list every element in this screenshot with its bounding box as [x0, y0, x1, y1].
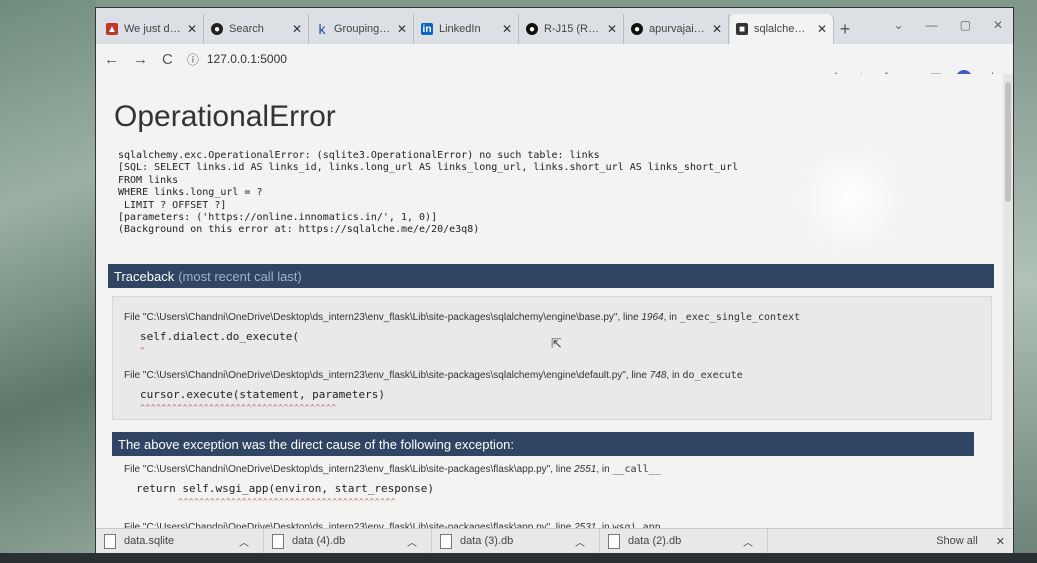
frame-file-path: File "C:\Users\Chandni\OneDrive\Desktop\…	[124, 312, 642, 323]
linkedin-icon: in	[421, 23, 433, 35]
browser-tab[interactable]: ● Search ✕	[205, 14, 309, 44]
minimize-icon[interactable]: —	[926, 18, 938, 32]
frame-separator: , in	[596, 464, 613, 475]
desk-background-left	[0, 0, 96, 563]
show-all-button[interactable]: Show all	[936, 535, 978, 547]
window-controls: ⌄ — ▢ ✕	[894, 18, 1003, 32]
page-content: OperationalError sqlalchemy.exc.Operatio…	[96, 74, 1013, 544]
file-icon	[104, 533, 116, 549]
traceback-subheading: (most recent call last)	[178, 268, 302, 284]
forward-icon[interactable]: →	[133, 51, 148, 68]
frame-carets: ^^^^^^^^^^^^^^^^^^^^^^^^^^^^^^^^^^^^^	[140, 403, 337, 412]
page-scrollbar[interactable]	[1003, 74, 1013, 544]
frame-function: __call__	[612, 464, 661, 475]
frame-line: 748	[649, 370, 667, 381]
tab-title: apurvajain4/U	[649, 23, 708, 35]
close-icon[interactable]: ✕	[996, 535, 1005, 548]
address-bar[interactable]: ⓘ 127.0.0.1:5000	[186, 48, 807, 70]
k-logo-icon: k	[318, 21, 326, 37]
app-icon: ▲	[106, 23, 118, 35]
cause-header: The above exception was the direct cause…	[112, 432, 974, 456]
maximize-icon[interactable]: ▢	[960, 18, 971, 32]
screen-glare	[796, 144, 906, 254]
frame-function: _exec_single_context	[679, 312, 801, 323]
frame-separator: , in	[666, 370, 683, 381]
chevron-up-icon[interactable]: ︿	[239, 534, 249, 549]
browser-tab-active[interactable]: ■ sqlalchemy.exc ✕	[730, 14, 834, 44]
tab-title: R-J15 (Rony Jo	[544, 23, 603, 35]
page-icon: ■	[736, 23, 748, 35]
download-name: data (3).db	[460, 535, 514, 547]
frame-line: 2551	[574, 464, 597, 475]
chevron-down-icon[interactable]: ⌄	[894, 18, 904, 32]
browser-tab[interactable]: ● apurvajain4/U ✕	[625, 14, 729, 44]
downloads-actions: Show all ✕	[936, 535, 1005, 548]
desk-background-right	[1013, 0, 1037, 563]
frame-separator: , in	[663, 312, 680, 323]
tab-title: We just don't k	[124, 23, 183, 35]
close-icon[interactable]: ✕	[817, 22, 827, 36]
download-item[interactable]: data (3).db ︿	[432, 529, 600, 553]
tab-title: LinkedIn	[439, 23, 481, 35]
close-icon[interactable]: ✕	[187, 22, 197, 36]
frame-code: return self.wsgi_app(environ, start_resp…	[136, 482, 435, 495]
traceback-header: Traceback (most recent call last)	[108, 264, 994, 288]
download-name: data (2).db	[628, 535, 682, 547]
download-name: data.sqlite	[124, 535, 175, 547]
tab-strip: ▲ We just don't k ✕ ● Search ✕ k Groupin…	[96, 8, 1013, 44]
download-item[interactable]: data (4).db ︿	[264, 529, 432, 553]
reload-icon[interactable]: C	[162, 51, 173, 68]
frame-carets: ^	[140, 346, 146, 355]
frame-location[interactable]: File "C:\Users\Chandni\OneDrive\Desktop\…	[124, 370, 743, 381]
search-globe-icon: ●	[211, 23, 223, 35]
chevron-up-icon[interactable]: ︿	[407, 534, 417, 549]
frame-code: cursor.execute(statement, parameters)	[140, 388, 386, 401]
chevron-up-icon[interactable]: ︿	[743, 534, 753, 549]
downloads-bar: data.sqlite ︿ data (4).db ︿ data (3).db …	[96, 528, 1013, 553]
download-item[interactable]: data (2).db ︿	[600, 529, 768, 553]
frame-function: do_execute	[682, 370, 743, 381]
tab-title: Grouping and	[334, 23, 393, 35]
tab-title: sqlalchemy.exc	[754, 23, 813, 35]
frame-code: self.dialect.do_execute(	[140, 330, 299, 343]
close-icon[interactable]: ✕	[712, 22, 722, 36]
error-message: sqlalchemy.exc.OperationalError: (sqlite…	[118, 150, 739, 236]
frame-file-path: File "C:\Users\Chandni\OneDrive\Desktop\…	[124, 464, 575, 475]
browser-tab[interactable]: k Grouping and ✕	[310, 14, 414, 44]
chevron-up-icon[interactable]: ︿	[575, 534, 585, 549]
frame-carets: ^^^^^^^^^^^^^^^^^^^^^^^^^^^^^^^^^^^^^^^^…	[178, 497, 396, 506]
url-text: 127.0.0.1:5000	[206, 52, 287, 66]
close-icon[interactable]: ✕	[607, 22, 617, 36]
browser-tab[interactable]: ▲ We just don't k ✕	[100, 14, 204, 44]
close-window-icon[interactable]: ✕	[993, 18, 1003, 32]
github-icon: ●	[526, 23, 538, 35]
mouse-cursor-icon: ⇱	[551, 336, 562, 351]
close-icon[interactable]: ✕	[292, 22, 302, 36]
cause-heading: The above exception was the direct cause…	[118, 436, 515, 452]
browser-window: ▲ We just don't k ✕ ● Search ✕ k Groupin…	[96, 8, 1013, 553]
page-title: OperationalError	[114, 100, 336, 133]
tab-title: Search	[229, 23, 264, 35]
file-icon	[272, 533, 284, 549]
close-icon[interactable]: ✕	[397, 22, 407, 36]
laptop-bezel-bottom	[0, 553, 1037, 563]
back-icon[interactable]: ←	[104, 51, 119, 68]
info-icon[interactable]: ⓘ	[187, 51, 199, 68]
frame-location[interactable]: File "C:\Users\Chandni\OneDrive\Desktop\…	[124, 464, 661, 475]
file-icon	[608, 533, 620, 549]
download-item[interactable]: data.sqlite ︿	[96, 529, 264, 553]
github-icon: ●	[631, 23, 643, 35]
download-name: data (4).db	[292, 535, 346, 547]
new-tab-button[interactable]: +	[835, 14, 855, 44]
close-icon[interactable]: ✕	[502, 22, 512, 36]
frame-file-path: File "C:\Users\Chandni\OneDrive\Desktop\…	[124, 370, 650, 381]
browser-tab[interactable]: in LinkedIn ✕	[415, 14, 519, 44]
frame-line: 1964	[641, 312, 664, 323]
traceback-heading: Traceback	[114, 268, 175, 284]
browser-tab[interactable]: ● R-J15 (Rony Jo ✕	[520, 14, 624, 44]
scrollbar-thumb[interactable]	[1005, 82, 1011, 202]
frame-location[interactable]: File "C:\Users\Chandni\OneDrive\Desktop\…	[124, 312, 800, 323]
file-icon	[440, 533, 452, 549]
